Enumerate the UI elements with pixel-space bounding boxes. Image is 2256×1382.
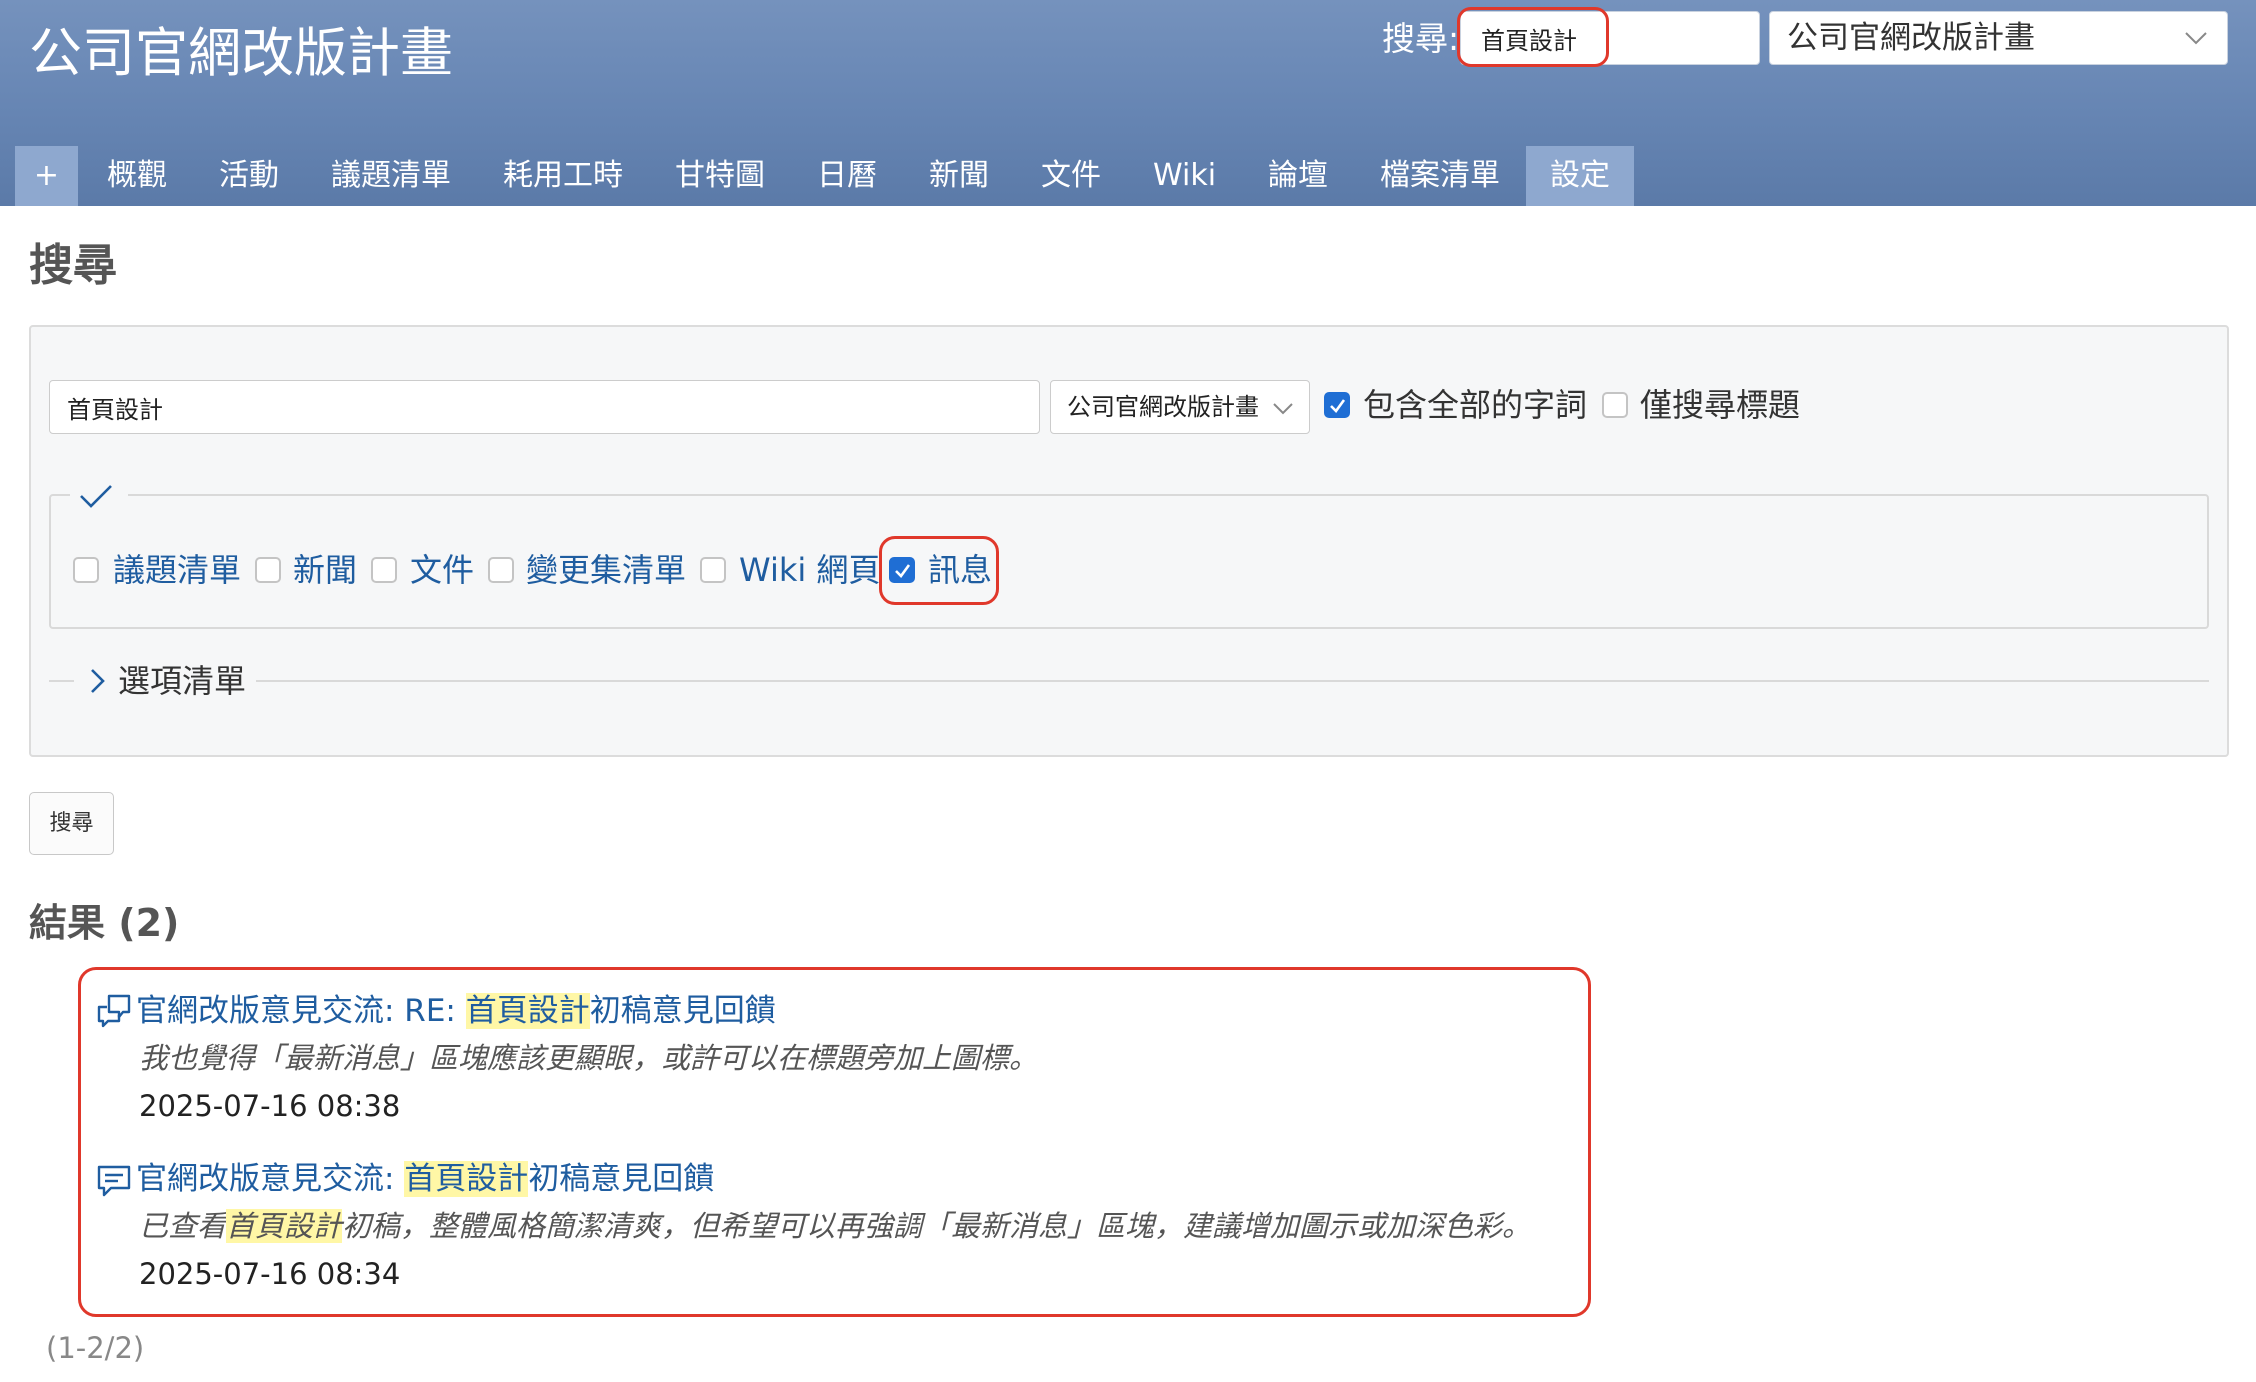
- type-wiki-checkbox[interactable]: [700, 557, 726, 583]
- tab-issues[interactable]: 議題清單: [305, 146, 477, 206]
- result-1-description: 我也覺得「最新消息」區塊應該更顯眼，或許可以在標題旁加上圖標。: [139, 1041, 1039, 1075]
- search-submit-button[interactable]: 搜尋: [29, 792, 114, 855]
- scope-select[interactable]: 公司官網改版計畫: [1050, 380, 1310, 434]
- options-divider: [49, 680, 2209, 682]
- type-messages-label[interactable]: 訊息: [928, 548, 992, 592]
- titles-only-label[interactable]: 僅搜尋標題: [1640, 383, 1800, 427]
- search-query-input[interactable]: [49, 380, 1040, 434]
- results-title: 結果 (2): [29, 901, 180, 945]
- tab-gantt[interactable]: 甘特圖: [649, 146, 791, 206]
- scope-select-value: 公司官網改版計畫: [1067, 393, 1259, 421]
- result-2-description-suffix: 初稿，整體風格簡潔清爽，但希望可以再強調「最新消息」區塊，建議增加圖示或加深色彩…: [342, 1209, 1532, 1243]
- result-2-title-suffix: 初稿意見回饋: [528, 1161, 715, 1197]
- toggle-all-check-icon[interactable]: [78, 482, 114, 510]
- result-1-title-suffix: 初稿意見回饋: [589, 993, 776, 1029]
- project-jump-value: 公司官網改版計畫: [1787, 20, 2035, 56]
- result-2-datetime: 2025-07-16 08:34: [139, 1257, 401, 1291]
- all-words-label[interactable]: 包含全部的字詞: [1363, 383, 1587, 427]
- result-1-datetime: 2025-07-16 08:38: [139, 1089, 401, 1123]
- type-issues-checkbox[interactable]: [73, 557, 99, 583]
- tab-forums[interactable]: 論壇: [1242, 146, 1354, 206]
- tab-news[interactable]: 新聞: [903, 146, 1015, 206]
- result-1-title[interactable]: 官網改版意見交流: RE: 首頁設計初稿意見回饋: [136, 989, 776, 1033]
- type-issues-label[interactable]: 議題清單: [113, 548, 241, 592]
- tab-files[interactable]: 檔案清單: [1354, 146, 1526, 206]
- result-2-title-prefix: 官網改版意見交流:: [136, 1161, 405, 1197]
- message-icon: [97, 1165, 131, 1197]
- checkmark-icon: [895, 564, 911, 578]
- result-2-description: 已查看首頁設計初稿，整體風格簡潔清爽，但希望可以再強調「最新消息」區塊，建議增加…: [139, 1205, 1531, 1247]
- project-jump-select[interactable]: 公司官網改版計畫: [1769, 11, 2228, 65]
- pagination: (1-2/2): [46, 1331, 145, 1365]
- type-documents-checkbox[interactable]: [371, 557, 397, 583]
- header: 公司官網改版計畫 搜尋: 公司官網改版計畫 + 概觀 活動 議題清單 耗用工時 …: [0, 0, 2256, 206]
- result-1-title-highlight: 首頁設計: [465, 993, 590, 1029]
- result-2-description-prefix: 已查看: [139, 1209, 227, 1243]
- result-2-description-highlight: 首頁設計: [226, 1209, 343, 1243]
- type-news-checkbox[interactable]: [255, 557, 281, 583]
- reply-message-icon: [97, 994, 131, 1028]
- type-messages-checkbox[interactable]: [889, 557, 915, 583]
- checkmark-icon: [1330, 399, 1346, 413]
- tab-activity[interactable]: 活動: [193, 146, 305, 206]
- result-2-title-highlight: 首頁設計: [404, 1161, 529, 1197]
- page-title: 搜尋: [29, 240, 117, 291]
- all-words-checkbox[interactable]: [1324, 392, 1350, 418]
- type-changesets-checkbox[interactable]: [488, 557, 514, 583]
- type-changesets-label[interactable]: 變更集清單: [526, 548, 686, 592]
- chevron-right-icon[interactable]: [86, 666, 110, 696]
- result-2-title[interactable]: 官網改版意見交流: 首頁設計初稿意見回饋: [136, 1157, 714, 1201]
- type-wiki-label[interactable]: Wiki 網頁: [739, 548, 880, 592]
- titles-only-checkbox[interactable]: [1602, 392, 1628, 418]
- tab-settings[interactable]: 設定: [1526, 146, 1635, 206]
- tab-time-entries[interactable]: 耗用工時: [477, 146, 649, 206]
- tab-documents[interactable]: 文件: [1015, 146, 1127, 206]
- quick-search-label: 搜尋:: [1382, 19, 1460, 58]
- tab-wiki[interactable]: Wiki: [1127, 146, 1242, 206]
- type-documents-label[interactable]: 文件: [410, 548, 474, 592]
- type-news-label[interactable]: 新聞: [293, 548, 357, 592]
- chevron-down-icon: [1273, 403, 1293, 415]
- result-1-title-prefix: 官網改版意見交流: RE:: [136, 993, 466, 1029]
- tab-overview[interactable]: 概觀: [81, 146, 193, 206]
- project-title[interactable]: 公司官網改版計畫: [29, 18, 453, 90]
- main-menu: + 概觀 活動 議題清單 耗用工時 甘特圖 日曆 新聞 文件 Wiki 論壇 檔…: [0, 146, 1635, 206]
- tab-calendar[interactable]: 日曆: [791, 146, 903, 206]
- new-object-button[interactable]: +: [15, 146, 78, 206]
- chevron-down-icon: [2185, 32, 2207, 45]
- quick-search-input[interactable]: [1460, 11, 1760, 65]
- options-toggle[interactable]: 選項清單: [118, 658, 246, 704]
